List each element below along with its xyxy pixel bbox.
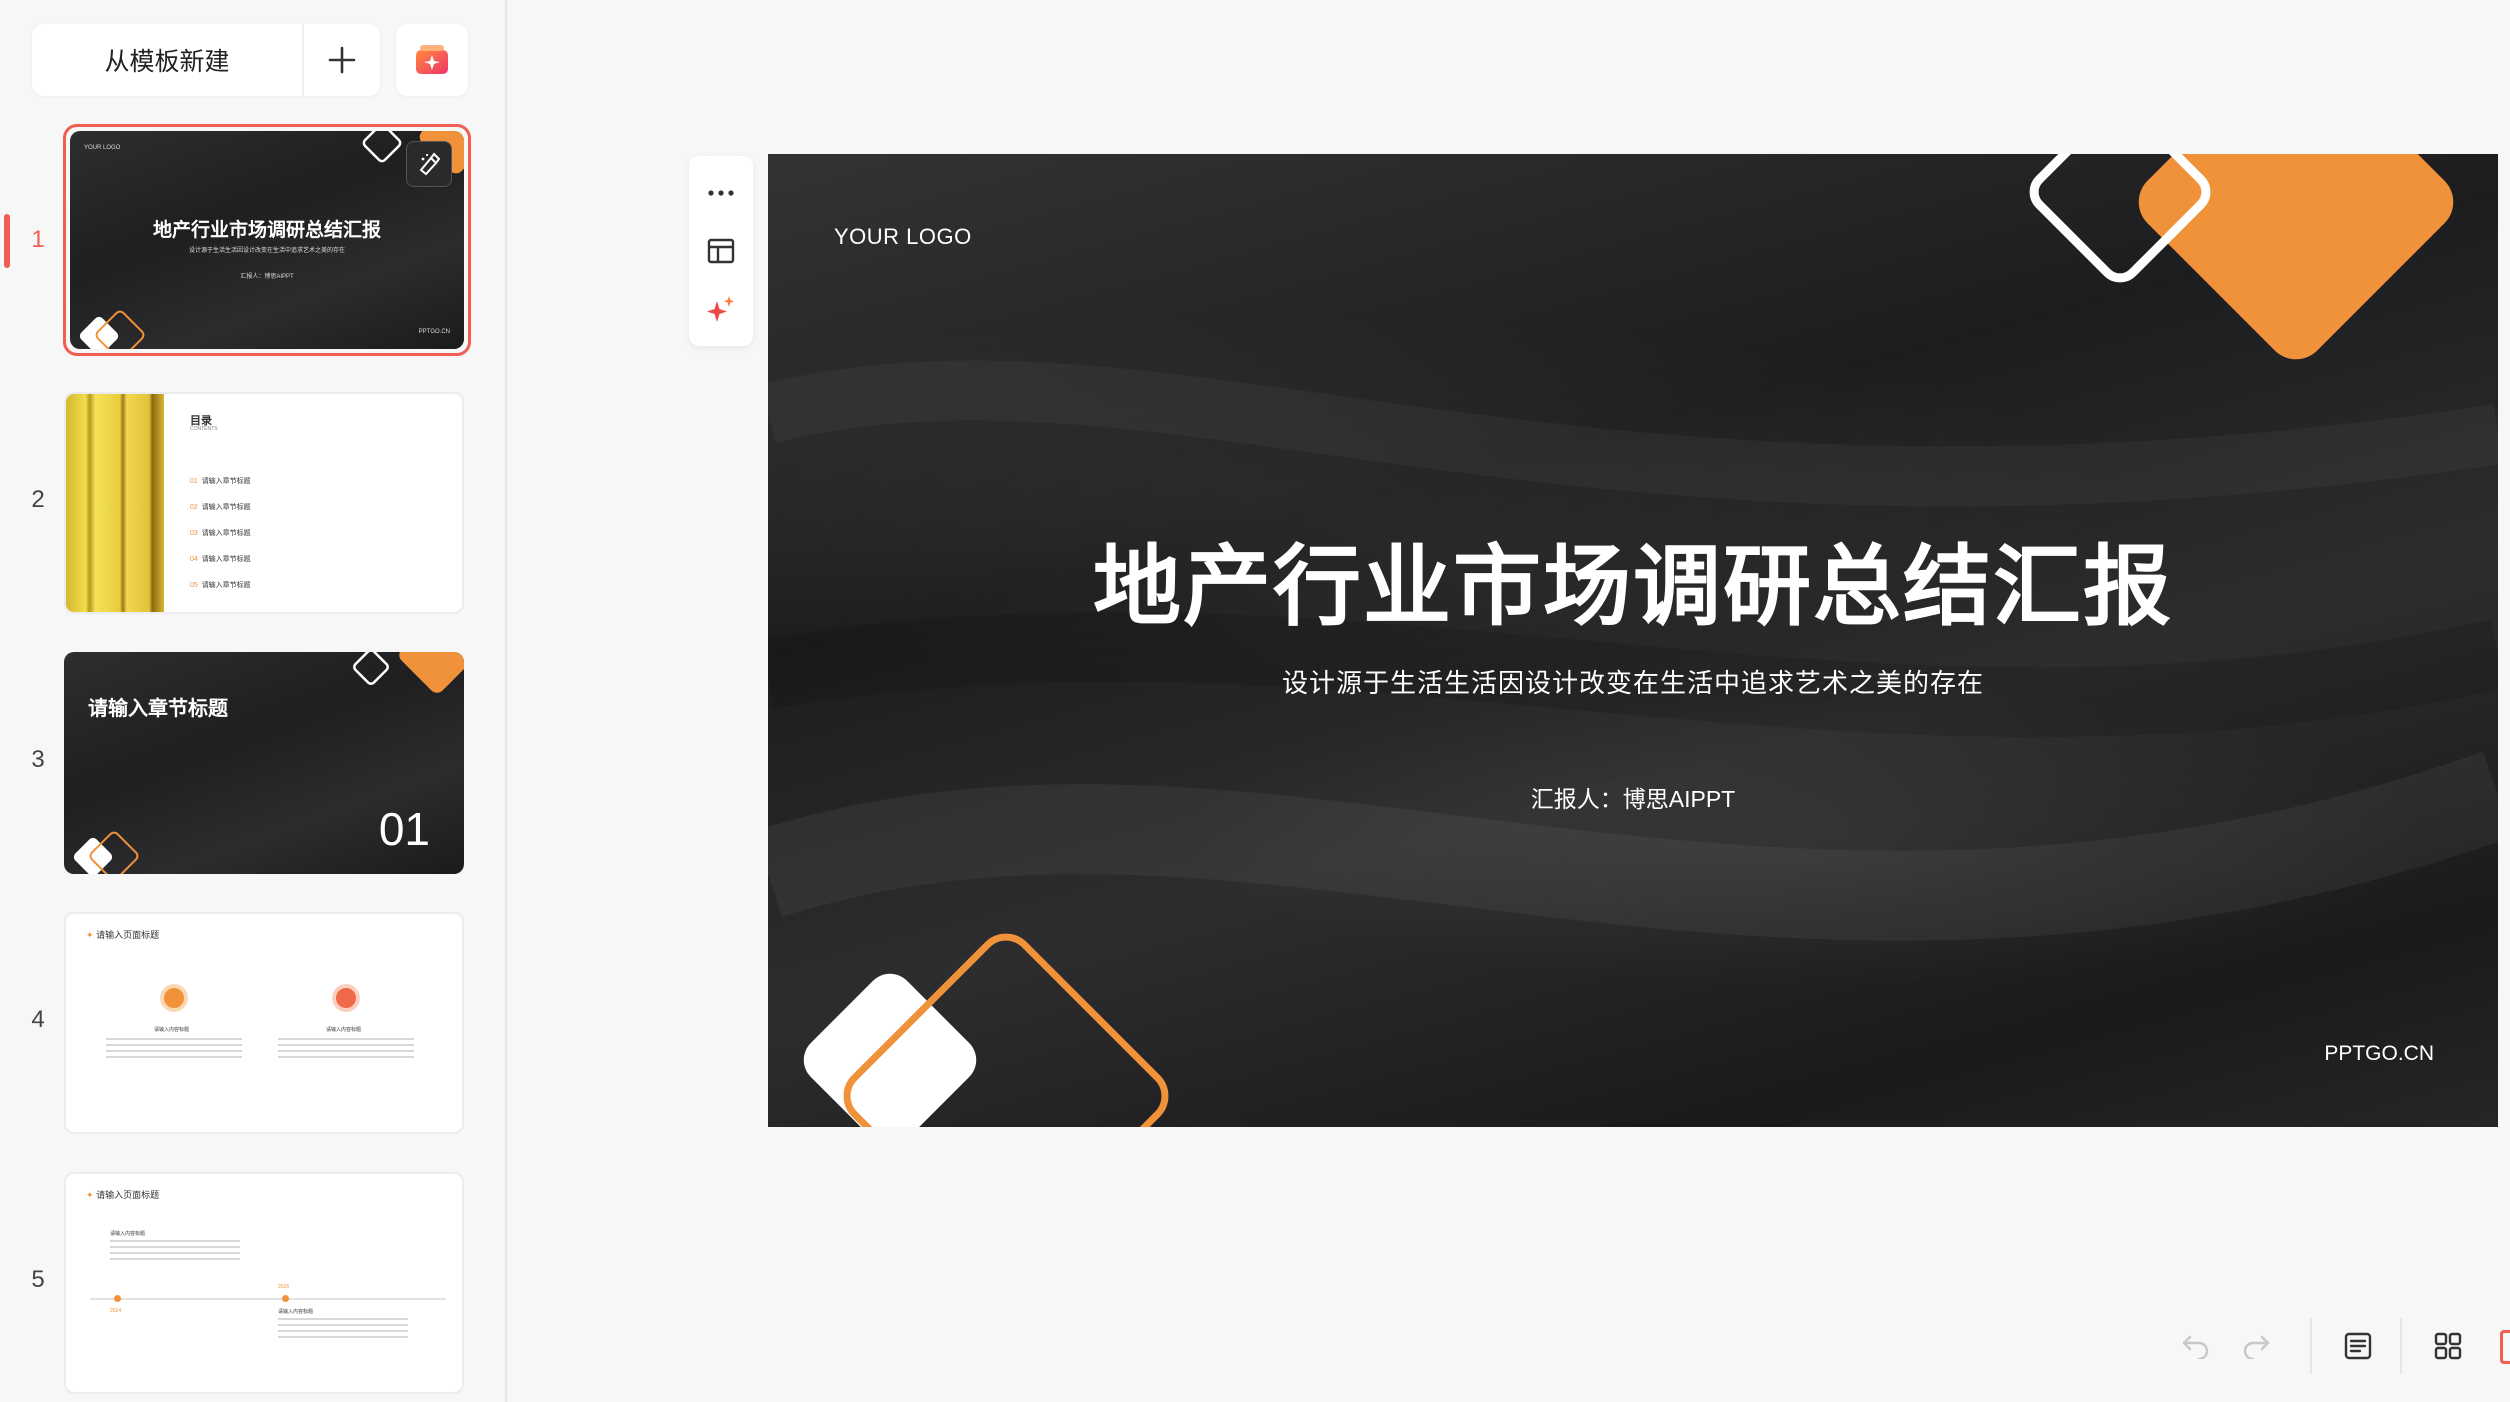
thumb-number-2: 2 [31,486,45,513]
more-horizontal-icon [708,190,734,196]
thumb-number-3: 3 [31,746,45,773]
slide-thumbnail-3[interactable]: 请输入章节标题 01 [64,652,464,874]
notes-button[interactable] [2328,1316,2388,1376]
new-from-template-button[interactable]: 从模板新建 [32,24,304,96]
thumb-circle-icon [332,984,360,1012]
notes-tools [2328,1316,2388,1376]
plus-icon [328,46,356,74]
undo-button[interactable] [2166,1316,2226,1376]
thumb-year: 2026 [278,1284,290,1290]
thumb-col-title: 请输入内容标题 [326,1027,362,1033]
ai-sparkle-icon [416,45,448,74]
slide-deco-shapes[interactable] [768,154,2498,1127]
thumb-toc-subtitle: CONTENTS [190,426,218,432]
active-slide-marker [4,214,10,268]
thumb-col-title: 请输入内容标题 [154,1027,190,1033]
thumb-number-5: 5 [31,1266,45,1293]
slide-canvas[interactable]: YOUR LOGO 地产行业市场调研总结汇报 设计源于生活生活因设计改变在生活中… [768,154,2498,1127]
template-bar: 从模板新建 [32,24,380,96]
slide-thumbnail-1[interactable]: YOUR LOGO 地产行业市场调研总结汇报 设计源于生活生活因设计改变在生活中… [63,124,471,356]
layout-button[interactable] [699,229,743,273]
history-tools [2166,1316,2286,1376]
undo-icon [2182,1335,2209,1359]
thumb-deco-shapes [79,131,464,349]
thumb-page-title: ✦ 请输入页面标题 [86,930,160,940]
ai-generate-button[interactable] [396,24,468,96]
layout-icon [707,238,735,264]
slide-quick-tools [689,156,753,346]
thumb-col-title: 请输入内容标题 [110,1231,146,1237]
thumb-text-placeholder [278,1318,408,1340]
grid-icon [2434,1332,2462,1360]
thumb-number-1: 1 [31,226,45,253]
thumb-text-placeholder [110,1240,240,1262]
thumb-col-title: 请输入内容标题 [278,1309,314,1315]
thumb-circle-icon [160,984,188,1012]
redo-icon [2243,1335,2270,1359]
redo-button[interactable] [2226,1316,2286,1376]
thumb-year: 2024 [110,1308,122,1314]
slide-thumbnail-5[interactable]: ✦ 请输入页面标题 请输入内容标题 2026 2024 请输入内容标题 [64,1172,464,1394]
thumb-toc-list: 01 请输入章节标题 02 请输入章节标题 03 请输入章节标题 04 请输入章… [190,478,251,589]
thumb-text-placeholder [106,1038,242,1060]
view-tools [2418,1316,2478,1376]
thumb-page-title: ✦ 请输入页面标题 [86,1190,160,1200]
thumb-deco-shapes [73,652,464,874]
thumb-timeline [90,1298,446,1300]
sparkle-icon [707,296,734,322]
present-button-edge[interactable] [2500,1330,2510,1364]
slide-panel: 从模板新建 1 YOUR LOGO 地产行业市场调研总结汇报 设计源于生活生活因… [0,0,507,1402]
brush-icon [419,152,441,176]
slide-thumbnail-2[interactable]: 目录 CONTENTS 01 请输入章节标题 02 请输入章节标题 03 请输入… [64,392,464,614]
add-slide-button[interactable] [304,24,380,96]
ai-magic-button[interactable] [699,287,743,331]
thumb-number-4: 4 [31,1006,45,1033]
thumb-brush-tool-button[interactable] [406,141,452,187]
slide-thumbnail-4[interactable]: ✦ 请输入页面标题 请输入内容标题 请输入内容标题 [64,912,464,1134]
thumb-yellow-panel [66,394,164,612]
toolbar-divider [2400,1318,2402,1374]
thumb-timeline-dot [282,1295,289,1302]
thumb-text-placeholder [278,1038,414,1060]
notes-icon [2344,1332,2372,1360]
thumb-timeline-dot [114,1295,121,1302]
toolbar-divider [2310,1318,2312,1374]
grid-view-button[interactable] [2418,1316,2478,1376]
more-options-button[interactable] [699,171,743,215]
